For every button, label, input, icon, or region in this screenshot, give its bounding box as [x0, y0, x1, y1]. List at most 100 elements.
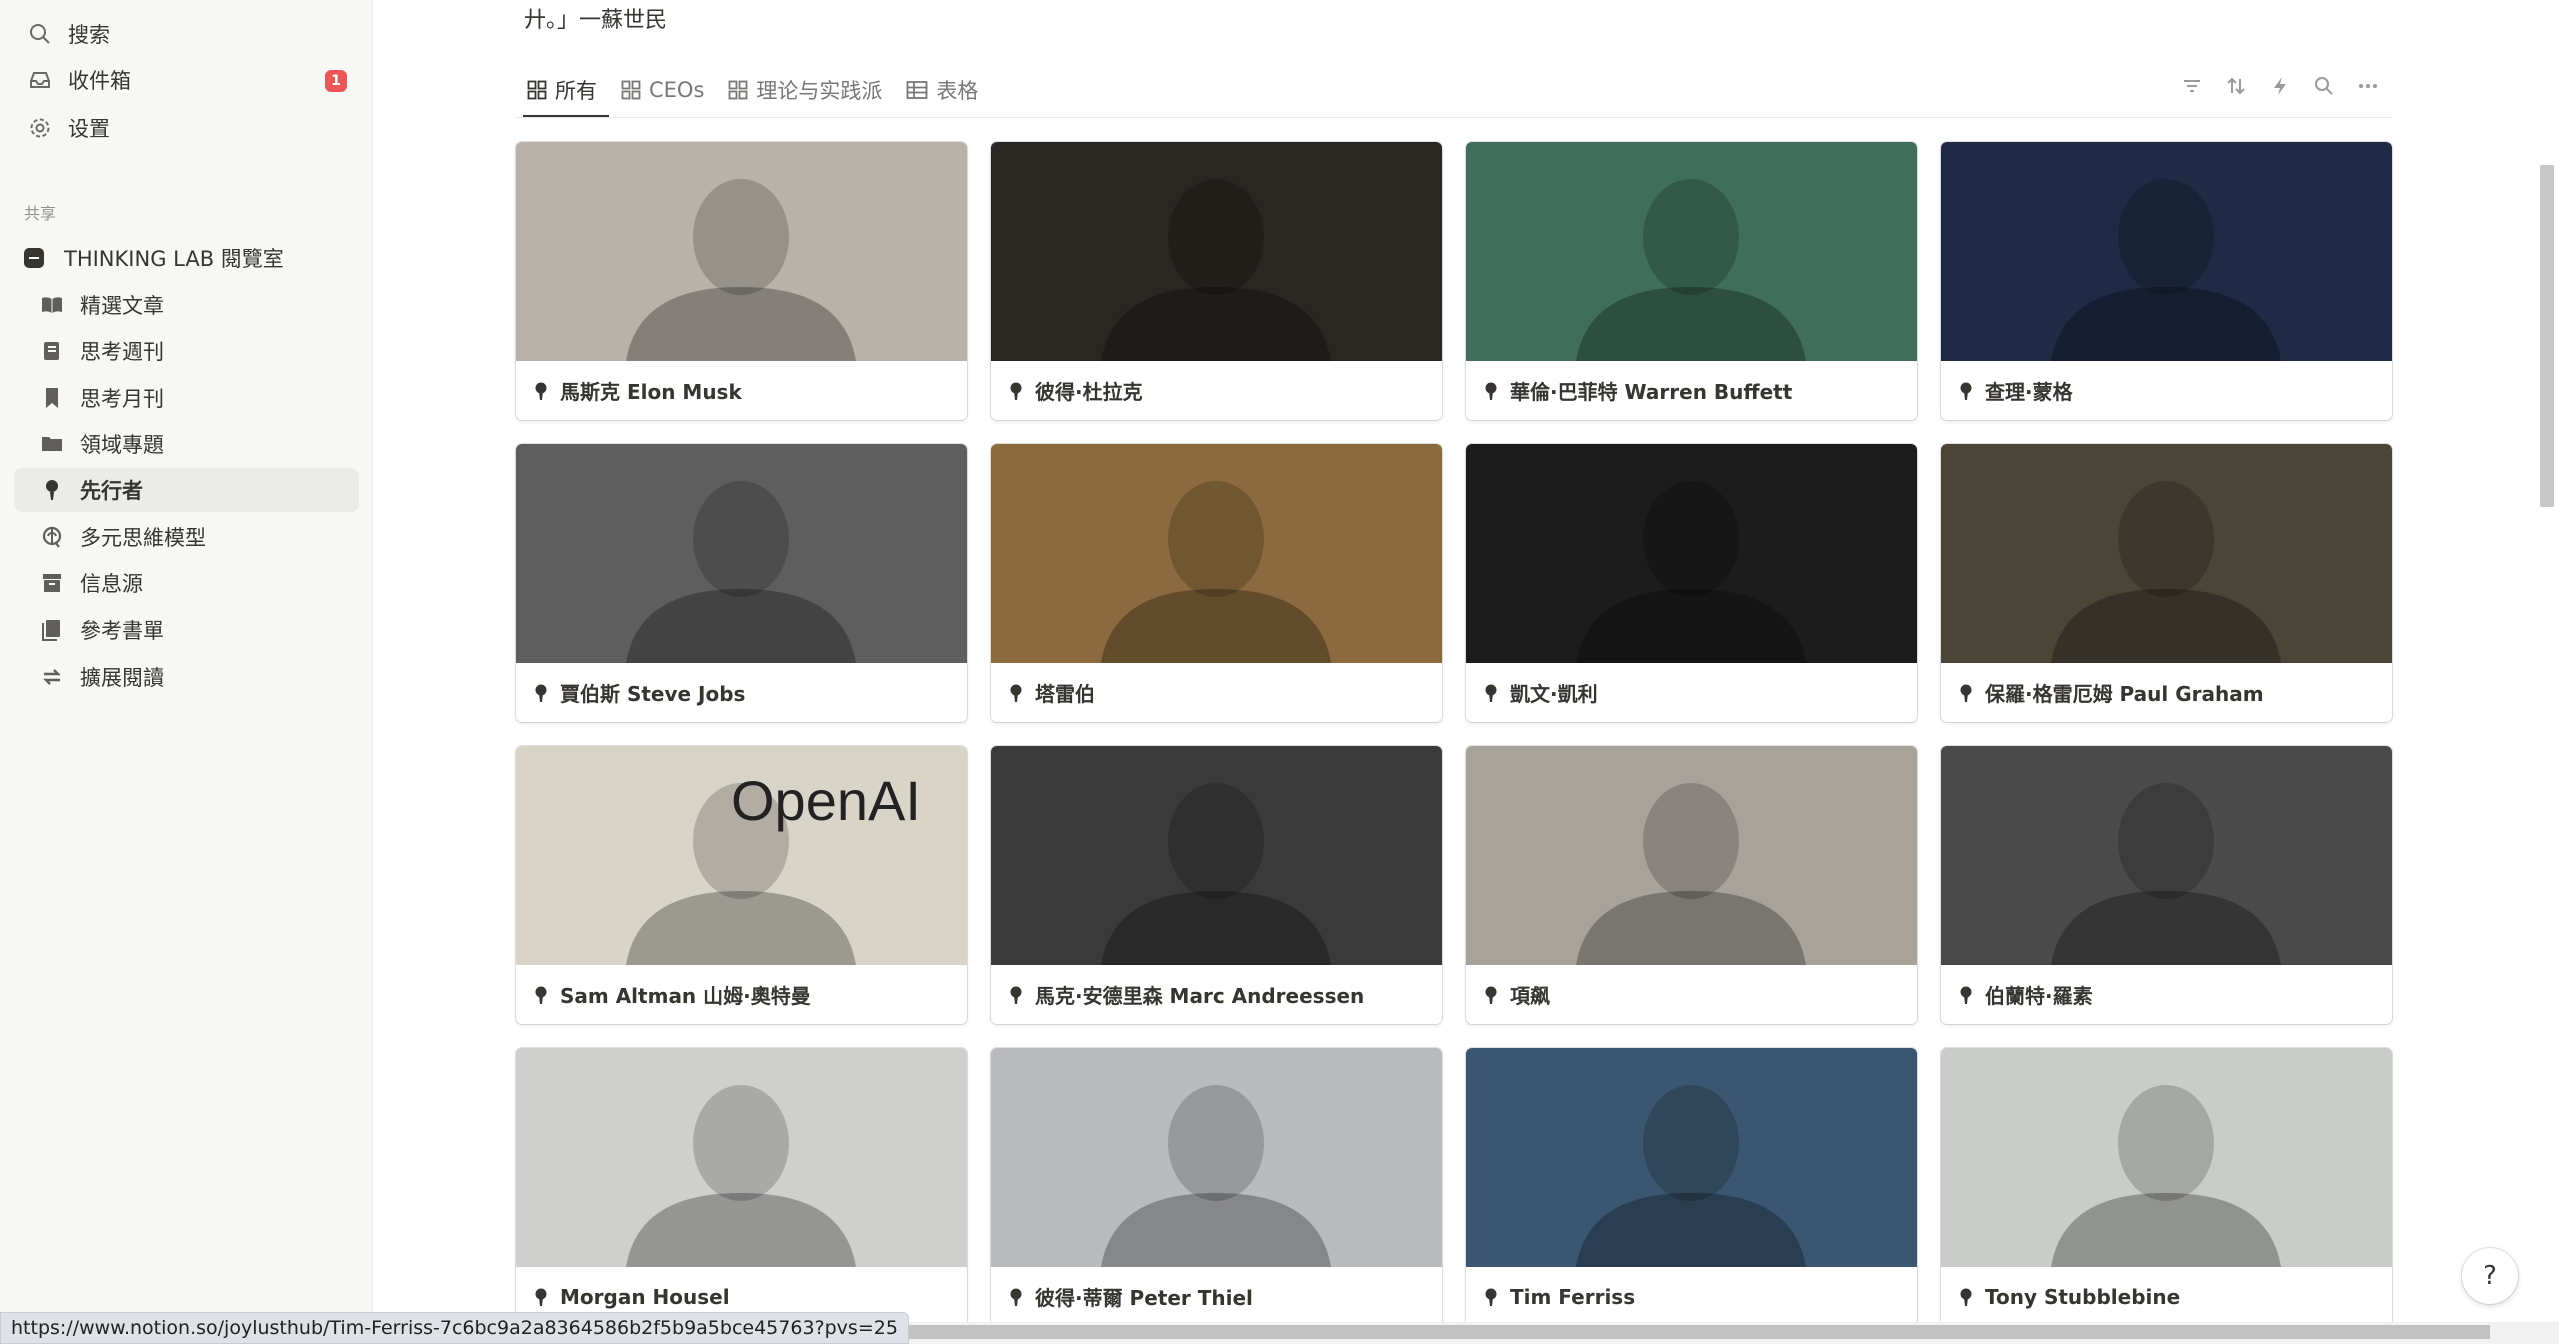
- tab-table[interactable]: 表格: [894, 62, 990, 118]
- sidebar-item-pioneers[interactable]: 先行者: [14, 468, 359, 512]
- tabs-divider: [515, 117, 2393, 118]
- workspace-item[interactable]: THINKING LAB 閱覽室: [24, 240, 284, 276]
- sidebar-item-featured[interactable]: 精選文章: [14, 283, 359, 327]
- gallery-card[interactable]: 查理·蒙格: [1941, 142, 2392, 420]
- gallery-card[interactable]: Tim Ferriss: [1466, 1048, 1917, 1326]
- sidebar-item-label: 精選文章: [80, 294, 164, 318]
- sort-icon: [2225, 75, 2247, 101]
- inbox-icon: [26, 66, 54, 94]
- gallery-card[interactable]: 彼得·杜拉克: [991, 142, 1442, 420]
- person-icon: [1007, 1287, 1025, 1307]
- card-cover-image: [1941, 444, 2392, 663]
- tab-all[interactable]: 所有: [515, 62, 609, 118]
- person-icon: [1482, 1287, 1500, 1307]
- sidebar-item-weekly[interactable]: 思考週刊: [14, 329, 359, 373]
- books-icon: [38, 616, 66, 644]
- sidebar-item-label: 多元思維模型: [80, 526, 206, 550]
- more-button[interactable]: [2346, 68, 2390, 108]
- automation-button[interactable]: [2258, 68, 2302, 108]
- sort-button[interactable]: [2214, 68, 2258, 108]
- card-caption: 查理·蒙格: [1941, 361, 2392, 420]
- sidebar-item-topics[interactable]: 領域專題: [14, 422, 359, 466]
- person-icon: [1957, 683, 1975, 703]
- sidebar-inbox[interactable]: 收件箱 1: [14, 58, 359, 102]
- vertical-scrollbar-thumb[interactable]: [2540, 165, 2554, 507]
- status-bar-url: https://www.notion.so/joylusthub/Tim-Fer…: [0, 1312, 909, 1344]
- sidebar-inbox-label: 收件箱: [68, 69, 131, 93]
- person-icon: [1957, 985, 1975, 1005]
- tab-label: CEOs: [649, 78, 705, 102]
- gallery-card[interactable]: Tony Stubblebine: [1941, 1048, 2392, 1326]
- card-cover-image: [1941, 142, 2392, 361]
- view-tabs: 所有 CEOs 理论与实践派 表格: [515, 62, 990, 118]
- card-caption: 伯蘭特·羅素: [1941, 965, 2392, 1024]
- card-title: 項飙: [1510, 984, 1550, 1008]
- sync-icon: [38, 663, 66, 691]
- card-title: 馬克·安德里森 Marc Andreessen: [1035, 984, 1365, 1008]
- lightning-icon: [2269, 75, 2291, 101]
- card-caption: 凱文·凱利: [1466, 663, 1917, 722]
- gallery-card[interactable]: 凱文·凱利: [1466, 444, 1917, 722]
- book-open-icon: [38, 291, 66, 319]
- table-icon: [906, 80, 928, 100]
- sidebar-item-label: 先行者: [80, 479, 143, 503]
- gallery-card[interactable]: Morgan Housel: [516, 1048, 967, 1326]
- card-caption: 保羅·格雷厄姆 Paul Graham: [1941, 663, 2392, 722]
- card-caption: 彼得·杜拉克: [991, 361, 1442, 420]
- card-title: 彼得·杜拉克: [1035, 380, 1143, 404]
- brain-icon: [38, 523, 66, 551]
- person-icon: [532, 985, 550, 1005]
- gallery-card[interactable]: 彼得·蒂爾 Peter Thiel: [991, 1048, 1442, 1326]
- sidebar-item-label: 領域專題: [80, 433, 164, 457]
- person-icon: [532, 683, 550, 703]
- gallery-card[interactable]: OpenAI Sam Altman 山姆·奧特曼: [516, 746, 967, 1024]
- card-caption: 彼得·蒂爾 Peter Thiel: [991, 1267, 1442, 1326]
- filter-icon: [2181, 75, 2203, 101]
- card-caption: Sam Altman 山姆·奧特曼: [516, 965, 967, 1024]
- cover-overlay-text: OpenAI: [731, 769, 921, 832]
- more-icon: [2357, 75, 2379, 101]
- tab-ceos[interactable]: CEOs: [609, 62, 716, 118]
- sidebar-item-reading-list[interactable]: 參考書單: [14, 608, 359, 652]
- gallery-card[interactable]: 保羅·格雷厄姆 Paul Graham: [1941, 444, 2392, 722]
- person-icon: [1482, 381, 1500, 401]
- view-toolbar: [2170, 68, 2390, 108]
- card-caption: 塔雷伯: [991, 663, 1442, 722]
- card-cover-image: [1466, 444, 1917, 663]
- card-caption: 華倫·巴菲特 Warren Buffett: [1466, 361, 1917, 420]
- gallery-card[interactable]: 華倫·巴菲特 Warren Buffett: [1466, 142, 1917, 420]
- card-title: Sam Altman 山姆·奧特曼: [560, 984, 811, 1008]
- sidebar-item-monthly[interactable]: 思考月刊: [14, 376, 359, 420]
- card-title: Tim Ferriss: [1510, 1284, 1636, 1309]
- gallery-card[interactable]: 馬斯克 Elon Musk: [516, 142, 967, 420]
- card-title: 賈伯斯 Steve Jobs: [560, 682, 746, 706]
- card-cover-image: [1466, 1048, 1917, 1267]
- sidebar-item-label: 思考月刊: [80, 387, 164, 411]
- tab-theory-practice[interactable]: 理论与实践派: [716, 62, 894, 118]
- sidebar-item-sources[interactable]: 信息源: [14, 561, 359, 605]
- collapse-icon[interactable]: [24, 248, 44, 268]
- gallery-card[interactable]: 伯蘭特·羅素: [1941, 746, 2392, 1024]
- gallery-card[interactable]: 賈伯斯 Steve Jobs: [516, 444, 967, 722]
- gallery-icon: [728, 80, 748, 100]
- card-caption: Tony Stubblebine: [1941, 1267, 2392, 1326]
- sidebar-search-label: 搜索: [68, 23, 110, 47]
- gallery-card[interactable]: 馬克·安德里森 Marc Andreessen: [991, 746, 1442, 1024]
- card-cover-image: [991, 1048, 1442, 1267]
- card-title: 伯蘭特·羅素: [1985, 984, 2093, 1008]
- sidebar-settings-label: 设置: [68, 117, 110, 141]
- gallery-card[interactable]: 塔雷伯: [991, 444, 1442, 722]
- filter-button[interactable]: [2170, 68, 2214, 108]
- sidebar-item-extended[interactable]: 擴展閱讀: [14, 655, 359, 699]
- gallery-card[interactable]: 項飙: [1466, 746, 1917, 1024]
- sidebar-settings[interactable]: 设置: [14, 106, 359, 150]
- sidebar-item-mental-models[interactable]: 多元思維模型: [14, 515, 359, 559]
- gear-icon: [26, 114, 54, 142]
- search-icon: [2313, 75, 2335, 101]
- sidebar-item-label: 思考週刊: [80, 340, 164, 364]
- card-caption: 馬克·安德里森 Marc Andreessen: [991, 965, 1442, 1024]
- search-button[interactable]: [2302, 68, 2346, 108]
- card-title: 保羅·格雷厄姆 Paul Graham: [1985, 682, 2264, 706]
- sidebar-search[interactable]: 搜索: [14, 12, 359, 56]
- help-button[interactable]: ?: [2462, 1248, 2518, 1304]
